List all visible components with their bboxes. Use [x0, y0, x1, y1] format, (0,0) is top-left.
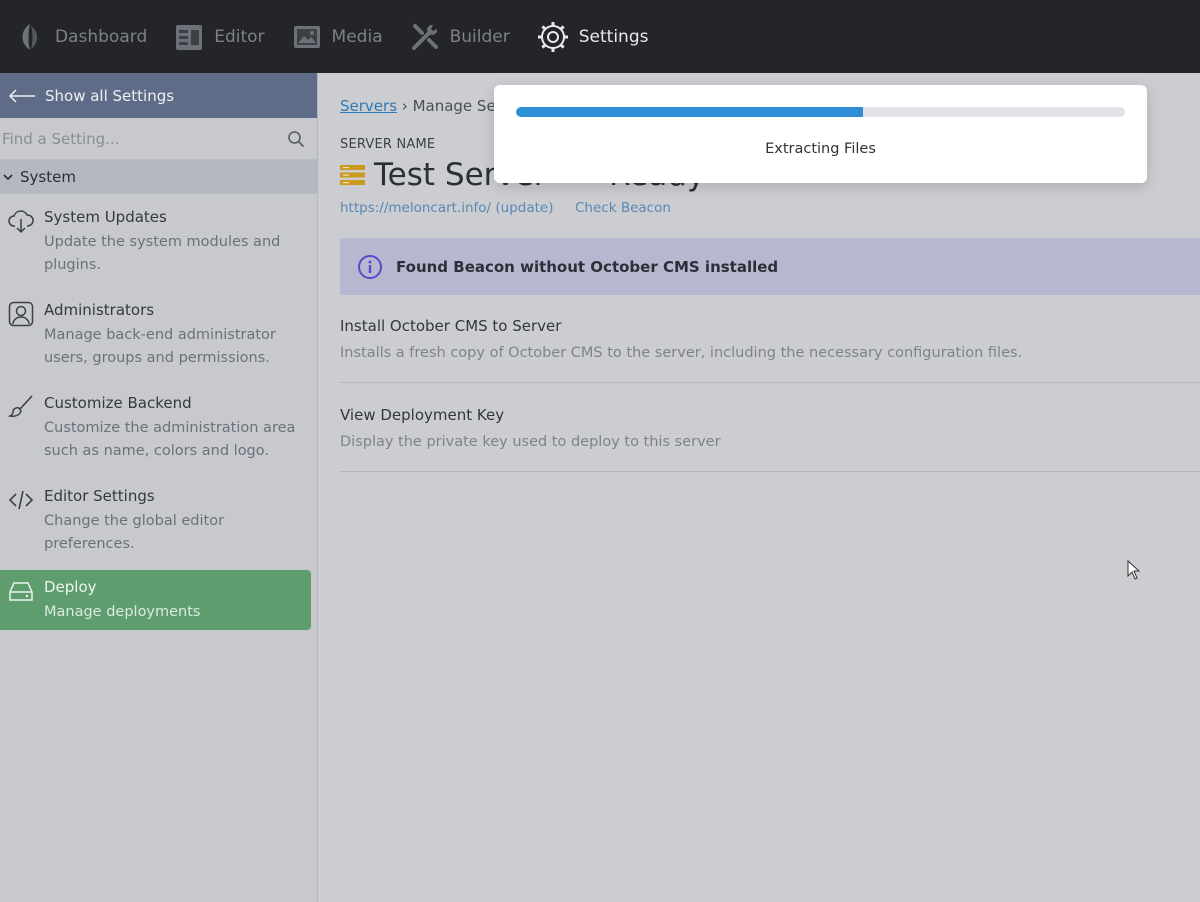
editor-icon	[176, 24, 203, 50]
sidebar-item-administrators[interactable]: Administrators Manage back-end administr…	[0, 287, 317, 380]
server-name-label: SERVER NAME	[340, 137, 436, 152]
server-url-link[interactable]: https://meloncart.info/ (update)	[340, 200, 554, 216]
progress-status-text: Extracting Files	[765, 141, 876, 157]
chevron-down-icon	[3, 174, 13, 181]
option-desc: Installs a fresh copy of October CMS to …	[340, 345, 1023, 361]
brush-icon	[8, 395, 33, 417]
sidebar-item-desc: Manage deployments	[44, 604, 201, 620]
info-callout: Found Beacon without October CMS install…	[340, 238, 1200, 295]
mouse-cursor-icon	[1127, 560, 1141, 580]
main-content: Servers › Manage Server SERVER NAME Test…	[340, 73, 1200, 902]
option-view-deployment-key[interactable]: View Deployment Key Display the private …	[340, 402, 1200, 472]
group-label: System	[20, 168, 76, 186]
sidebar-item-customize-backend[interactable]: Customize Backend Customize the administ…	[0, 380, 317, 473]
leaf-icon	[22, 23, 37, 50]
arrow-left-icon	[8, 88, 35, 103]
back-label: Show all Settings	[45, 86, 175, 105]
breadcrumb-separator: ›	[401, 97, 408, 115]
sidebar-item-title: Deploy	[44, 578, 97, 596]
drive-icon	[9, 582, 33, 601]
option-title: Install October CMS to Server	[340, 317, 562, 335]
nav-item-media[interactable]: Media	[291, 0, 383, 73]
callout-text: Found Beacon without October CMS install…	[396, 257, 779, 276]
group-header-system[interactable]: System	[0, 160, 317, 194]
settings-search	[0, 117, 317, 160]
gear-icon	[537, 21, 568, 52]
check-beacon-link[interactable]: Check Beacon	[575, 200, 671, 216]
progress-modal: Extracting Files	[494, 85, 1147, 183]
top-navigation: Dashboard Editor Media Builder Settings	[0, 0, 1200, 73]
info-icon	[358, 254, 382, 279]
code-icon	[8, 490, 34, 510]
nav-label: Dashboard	[55, 26, 148, 47]
user-icon	[8, 301, 34, 327]
nav-label: Settings	[578, 26, 649, 47]
nav-item-dashboard[interactable]: Dashboard	[14, 0, 147, 73]
sidebar-item-title: System Updates	[44, 208, 167, 226]
sidebar-item-title: Administrators	[44, 301, 155, 319]
search-icon[interactable]	[287, 130, 305, 148]
option-desc: Display the private key used to deploy t…	[340, 434, 721, 450]
sidebar-item-system-updates[interactable]: System Updates Update the system modules…	[0, 194, 317, 287]
progress-fill	[516, 107, 864, 117]
search-input[interactable]	[0, 117, 317, 160]
nav-item-editor[interactable]: Editor	[173, 0, 265, 73]
nav-item-builder[interactable]: Builder	[409, 0, 510, 73]
server-icon	[340, 165, 365, 185]
nav-label: Builder	[449, 26, 510, 47]
media-icon	[293, 25, 320, 48]
nav-label: Editor	[214, 26, 265, 47]
cloud-download-icon	[8, 210, 34, 234]
nav-item-settings[interactable]: Settings	[536, 0, 649, 73]
option-title: View Deployment Key	[340, 406, 505, 424]
settings-sidebar: Show all Settings System System Updates …	[0, 73, 318, 902]
sidebar-item-desc: Customize the administration area such a…	[44, 420, 296, 459]
sidebar-item-title: Editor Settings	[44, 487, 155, 505]
sidebar-item-desc: Update the system modules and plugins.	[44, 234, 281, 273]
sidebar-item-deploy[interactable]: Deploy Manage deployments	[0, 570, 311, 630]
sidebar-item-desc: Manage back-end administrator users, gro…	[44, 327, 276, 366]
tools-icon	[411, 23, 438, 50]
show-all-settings-link[interactable]: Show all Settings	[0, 73, 317, 118]
sidebar-item-editor-settings[interactable]: Editor Settings Change the global editor…	[0, 473, 317, 566]
progress-bar	[516, 107, 1125, 117]
option-install-october[interactable]: Install October CMS to Server Installs a…	[340, 313, 1200, 383]
nav-label: Media	[331, 26, 383, 47]
breadcrumb-link-servers[interactable]: Servers	[340, 97, 397, 115]
sidebar-item-title: Customize Backend	[44, 394, 192, 412]
sidebar-item-desc: Change the global editor preferences.	[44, 513, 225, 552]
